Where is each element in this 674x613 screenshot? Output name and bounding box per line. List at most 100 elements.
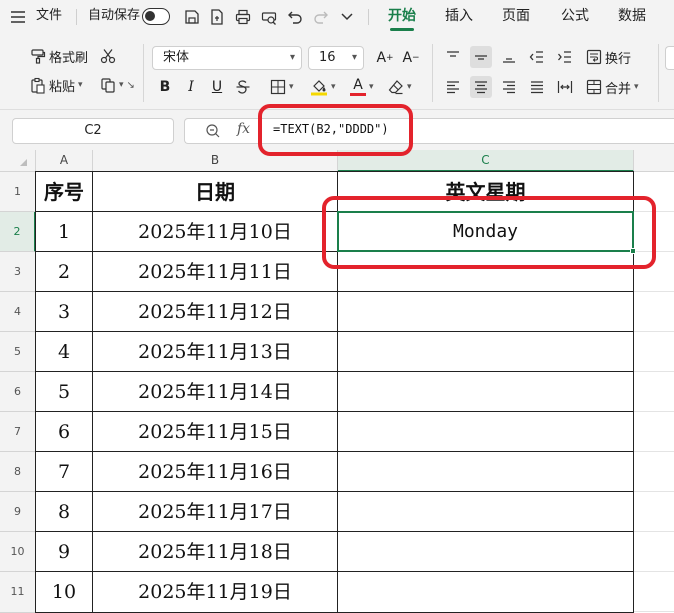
align-right-icon[interactable] bbox=[498, 76, 520, 98]
column-header-a[interactable]: A bbox=[36, 150, 93, 172]
italic-button[interactable]: I bbox=[180, 76, 202, 98]
cell-c9[interactable] bbox=[338, 492, 634, 532]
autosave-toggle[interactable] bbox=[142, 8, 170, 25]
cell-c1[interactable]: 英文星期 bbox=[338, 172, 634, 212]
row-header-8[interactable]: 8 bbox=[0, 452, 36, 492]
merge-button[interactable]: 合并 ▾ bbox=[586, 76, 639, 98]
chevron-down-icon[interactable]: ▾ bbox=[369, 82, 374, 92]
redo-icon[interactable] bbox=[311, 7, 331, 27]
print-preview-icon[interactable] bbox=[259, 7, 279, 27]
underline-button[interactable]: U bbox=[206, 76, 228, 98]
cell-a2[interactable]: 1 bbox=[36, 212, 93, 252]
cell-a6[interactable]: 5 bbox=[36, 372, 93, 412]
cell-c5[interactable] bbox=[338, 332, 634, 372]
row-header-1[interactable]: 1 bbox=[0, 172, 36, 212]
zoom-icon[interactable] bbox=[205, 123, 221, 143]
file-menu[interactable]: 文件 bbox=[36, 0, 62, 34]
row-header-7[interactable]: 7 bbox=[0, 412, 36, 452]
export-pdf-icon[interactable] bbox=[207, 7, 227, 27]
increase-indent-icon[interactable] bbox=[554, 46, 576, 68]
tab-home[interactable]: 开始 bbox=[388, 0, 416, 34]
fill-color-button[interactable]: ▾ bbox=[310, 76, 336, 98]
align-bottom-icon[interactable] bbox=[498, 46, 520, 68]
cell-b5[interactable]: 2025年11月13日 bbox=[93, 332, 338, 372]
cell-a11[interactable]: 10 bbox=[36, 572, 93, 613]
cell-b11[interactable]: 2025年11月19日 bbox=[93, 572, 338, 613]
cell-a8[interactable]: 7 bbox=[36, 452, 93, 492]
wrap-text-button[interactable]: 换行 bbox=[586, 46, 631, 68]
row-header-5[interactable]: 5 bbox=[0, 332, 36, 372]
cell-a1[interactable]: 序号 bbox=[36, 172, 93, 212]
cell-a3[interactable]: 2 bbox=[36, 252, 93, 292]
column-header-d[interactable] bbox=[634, 150, 674, 172]
row-header-3[interactable]: 3 bbox=[0, 252, 36, 292]
borders-button[interactable]: ▾ bbox=[270, 76, 294, 98]
paste-button[interactable]: 粘贴 ▾ bbox=[30, 74, 83, 96]
font-size-select[interactable]: 16 ▾ bbox=[308, 46, 364, 70]
chevron-down-icon[interactable]: ▾ bbox=[289, 82, 294, 92]
font-color-button[interactable]: A ▾ bbox=[350, 76, 374, 98]
formula-input[interactable]: fx =TEXT(B2,"DDDD") bbox=[184, 118, 674, 144]
tab-page[interactable]: 页面 bbox=[502, 0, 530, 34]
font-name-select[interactable]: 宋体 ▾ bbox=[152, 46, 302, 70]
cell-b7[interactable]: 2025年11月15日 bbox=[93, 412, 338, 452]
cell-b3[interactable]: 2025年11月11日 bbox=[93, 252, 338, 292]
cell-c11[interactable] bbox=[338, 572, 634, 613]
increase-font-size-icon[interactable]: A + bbox=[374, 47, 396, 69]
cell-b8[interactable]: 2025年11月16日 bbox=[93, 452, 338, 492]
cell-a10[interactable]: 9 bbox=[36, 532, 93, 572]
cut-icon[interactable] bbox=[97, 45, 119, 67]
cell-c10[interactable] bbox=[338, 532, 634, 572]
justify-icon[interactable] bbox=[526, 76, 548, 98]
bold-button[interactable]: B bbox=[154, 76, 176, 98]
clear-format-button[interactable]: ▾ bbox=[388, 76, 412, 98]
decrease-indent-icon[interactable] bbox=[526, 46, 548, 68]
cell-c4[interactable] bbox=[338, 292, 634, 332]
cell-b6[interactable]: 2025年11月14日 bbox=[93, 372, 338, 412]
align-top-icon[interactable] bbox=[442, 46, 464, 68]
cell-b9[interactable]: 2025年11月17日 bbox=[93, 492, 338, 532]
chevron-down-icon[interactable]: ▾ bbox=[407, 82, 412, 92]
fx-icon[interactable]: fx bbox=[237, 121, 250, 137]
cell-c8[interactable] bbox=[338, 452, 634, 492]
row-header-2[interactable]: 2 bbox=[0, 212, 36, 252]
distribute-icon[interactable] bbox=[554, 76, 576, 98]
save-icon[interactable] bbox=[182, 7, 202, 27]
column-header-c[interactable]: C bbox=[338, 150, 634, 172]
number-format-select[interactable] bbox=[665, 46, 674, 70]
dialog-launcher-icon[interactable]: ↘ bbox=[127, 80, 135, 91]
row-header-11[interactable]: 11 bbox=[0, 572, 36, 613]
cell-a7[interactable]: 6 bbox=[36, 412, 93, 452]
cell-b4[interactable]: 2025年11月12日 bbox=[93, 292, 338, 332]
cell-c2[interactable]: Monday bbox=[338, 212, 634, 252]
undo-icon[interactable] bbox=[285, 7, 305, 27]
cell-c3[interactable] bbox=[338, 252, 634, 292]
menu-icon[interactable] bbox=[8, 7, 28, 27]
formula-text[interactable]: =TEXT(B2,"DDDD") bbox=[273, 122, 389, 136]
row-header-4[interactable]: 4 bbox=[0, 292, 36, 332]
align-left-icon[interactable] bbox=[442, 76, 464, 98]
cell-b10[interactable]: 2025年11月18日 bbox=[93, 532, 338, 572]
cell-c6[interactable] bbox=[338, 372, 634, 412]
cell-a5[interactable]: 4 bbox=[36, 332, 93, 372]
column-header-b[interactable]: B bbox=[93, 150, 338, 172]
chevron-down-icon[interactable] bbox=[337, 7, 357, 27]
row-header-6[interactable]: 6 bbox=[0, 372, 36, 412]
cell-b1[interactable]: 日期 bbox=[93, 172, 338, 212]
format-painter-button[interactable]: 格式刷 bbox=[30, 45, 88, 67]
decrease-font-size-icon[interactable]: A − bbox=[400, 47, 422, 69]
name-box[interactable]: C2 bbox=[12, 118, 174, 144]
chevron-down-icon[interactable]: ▾ bbox=[634, 82, 639, 92]
row-header-9[interactable]: 9 bbox=[0, 492, 36, 532]
row-header-10[interactable]: 10 bbox=[0, 532, 36, 572]
chevron-down-icon[interactable]: ▾ bbox=[331, 82, 336, 92]
tab-formulas[interactable]: 公式 bbox=[561, 0, 589, 34]
chevron-down-icon[interactable]: ▾ bbox=[119, 80, 124, 90]
cell-a9[interactable]: 8 bbox=[36, 492, 93, 532]
copy-button[interactable]: ▾ ↘ bbox=[100, 74, 135, 96]
tab-data[interactable]: 数据 bbox=[618, 0, 646, 34]
select-all-corner[interactable] bbox=[0, 150, 36, 172]
fill-handle[interactable] bbox=[630, 248, 636, 254]
cell-a4[interactable]: 3 bbox=[36, 292, 93, 332]
print-icon[interactable] bbox=[233, 7, 253, 27]
